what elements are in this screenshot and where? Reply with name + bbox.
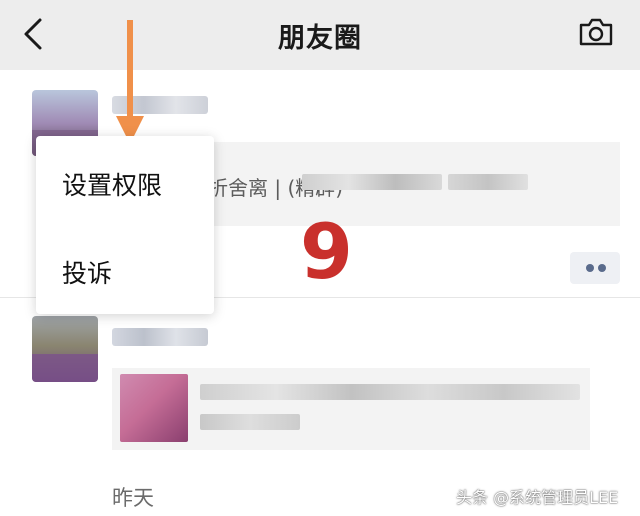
popup-menu: 设置权限 投诉 bbox=[36, 136, 214, 314]
blurred-text bbox=[200, 414, 300, 430]
post-timestamp: 昨天 bbox=[112, 486, 154, 510]
avatar[interactable] bbox=[32, 316, 98, 382]
more-button[interactable] bbox=[570, 252, 620, 284]
step-number: 9 bbox=[300, 207, 353, 296]
arrow-down-icon bbox=[116, 20, 144, 144]
username-blurred bbox=[112, 328, 208, 346]
menu-item-report[interactable]: 投诉 bbox=[62, 254, 112, 290]
blurred-text bbox=[200, 384, 580, 400]
link-card[interactable] bbox=[112, 368, 590, 450]
blurred-text bbox=[302, 174, 442, 190]
menu-item-set-permissions[interactable]: 设置权限 bbox=[62, 166, 162, 202]
watermark: 头条 @系统管理员LEE bbox=[456, 488, 619, 507]
blurred-text bbox=[448, 174, 528, 190]
link-thumbnail bbox=[120, 374, 188, 442]
